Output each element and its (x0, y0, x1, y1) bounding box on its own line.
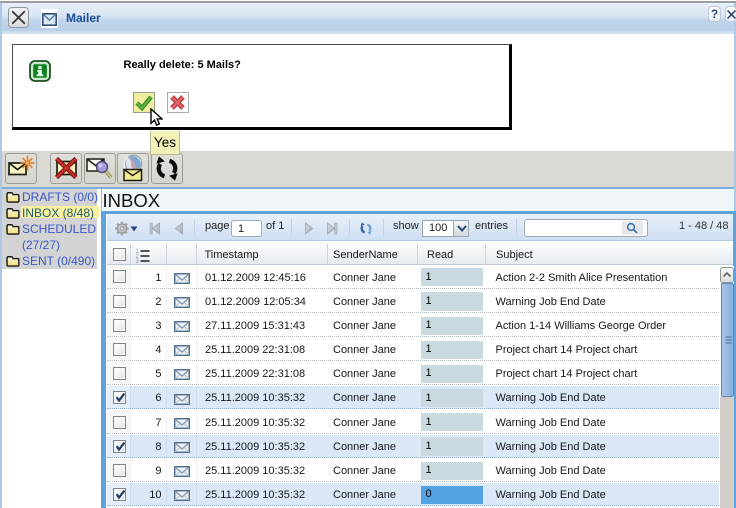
svg-text:3: 3 (135, 259, 139, 263)
